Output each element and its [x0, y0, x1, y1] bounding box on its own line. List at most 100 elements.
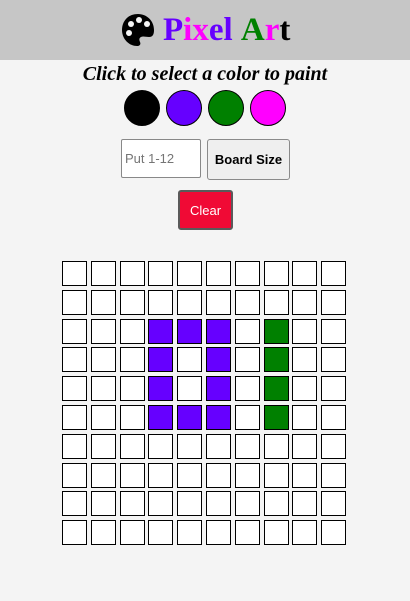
- board-cell[interactable]: [177, 376, 202, 401]
- board-cell[interactable]: [91, 463, 116, 488]
- board-cell[interactable]: [206, 434, 231, 459]
- board-cell[interactable]: [292, 347, 317, 372]
- board-cell[interactable]: [177, 405, 202, 430]
- board-cell[interactable]: [62, 290, 87, 315]
- board-cell[interactable]: [120, 376, 145, 401]
- board-cell[interactable]: [91, 261, 116, 286]
- board-cell[interactable]: [62, 405, 87, 430]
- board-cell[interactable]: [120, 290, 145, 315]
- clear-button[interactable]: Clear: [178, 190, 233, 230]
- board-cell[interactable]: [264, 434, 289, 459]
- board-cell[interactable]: [235, 463, 260, 488]
- board-cell[interactable]: [321, 405, 346, 430]
- board-cell[interactable]: [264, 376, 289, 401]
- board-cell[interactable]: [321, 290, 346, 315]
- board-cell[interactable]: [264, 520, 289, 545]
- board-cell[interactable]: [148, 434, 173, 459]
- board-cell[interactable]: [148, 520, 173, 545]
- board-cell[interactable]: [62, 434, 87, 459]
- board-cell[interactable]: [91, 290, 116, 315]
- board-cell[interactable]: [264, 261, 289, 286]
- board-cell[interactable]: [120, 520, 145, 545]
- board-cell[interactable]: [206, 319, 231, 344]
- board-cell[interactable]: [292, 405, 317, 430]
- board-cell[interactable]: [321, 347, 346, 372]
- board-cell[interactable]: [120, 491, 145, 516]
- color-swatch-green[interactable]: [208, 90, 244, 126]
- board-cell[interactable]: [148, 463, 173, 488]
- board-cell[interactable]: [264, 405, 289, 430]
- board-cell[interactable]: [120, 405, 145, 430]
- board-cell[interactable]: [120, 261, 145, 286]
- board-cell[interactable]: [148, 376, 173, 401]
- board-cell[interactable]: [177, 463, 202, 488]
- board-cell[interactable]: [321, 376, 346, 401]
- board-cell[interactable]: [62, 520, 87, 545]
- board-cell[interactable]: [177, 520, 202, 545]
- board-cell[interactable]: [177, 290, 202, 315]
- board-cell[interactable]: [235, 261, 260, 286]
- board-cell[interactable]: [235, 491, 260, 516]
- board-cell[interactable]: [235, 434, 260, 459]
- board-cell[interactable]: [62, 463, 87, 488]
- board-cell[interactable]: [177, 491, 202, 516]
- board-cell[interactable]: [148, 347, 173, 372]
- board-cell[interactable]: [91, 405, 116, 430]
- board-cell[interactable]: [177, 319, 202, 344]
- board-cell[interactable]: [62, 491, 87, 516]
- board-cell[interactable]: [321, 463, 346, 488]
- board-cell[interactable]: [206, 405, 231, 430]
- board-cell[interactable]: [91, 319, 116, 344]
- board-cell[interactable]: [91, 347, 116, 372]
- board-cell[interactable]: [235, 319, 260, 344]
- board-cell[interactable]: [321, 491, 346, 516]
- board-cell[interactable]: [206, 261, 231, 286]
- board-cell[interactable]: [120, 434, 145, 459]
- board-cell[interactable]: [148, 261, 173, 286]
- board-cell[interactable]: [264, 491, 289, 516]
- board-size-button[interactable]: Board Size: [207, 139, 290, 180]
- board-cell[interactable]: [148, 405, 173, 430]
- board-cell[interactable]: [292, 434, 317, 459]
- board-cell[interactable]: [235, 347, 260, 372]
- board-cell[interactable]: [120, 347, 145, 372]
- board-cell[interactable]: [62, 347, 87, 372]
- board-cell[interactable]: [91, 434, 116, 459]
- board-cell[interactable]: [235, 405, 260, 430]
- board-cell[interactable]: [292, 491, 317, 516]
- board-cell[interactable]: [206, 290, 231, 315]
- board-cell[interactable]: [264, 463, 289, 488]
- board-cell[interactable]: [235, 290, 260, 315]
- board-cell[interactable]: [264, 319, 289, 344]
- board-cell[interactable]: [148, 491, 173, 516]
- board-cell[interactable]: [235, 376, 260, 401]
- board-cell[interactable]: [206, 491, 231, 516]
- board-cell[interactable]: [321, 520, 346, 545]
- board-cell[interactable]: [62, 319, 87, 344]
- board-cell[interactable]: [120, 463, 145, 488]
- board-cell[interactable]: [264, 347, 289, 372]
- board-cell[interactable]: [206, 520, 231, 545]
- board-cell[interactable]: [91, 376, 116, 401]
- board-cell[interactable]: [148, 290, 173, 315]
- board-cell[interactable]: [292, 463, 317, 488]
- board-cell[interactable]: [91, 491, 116, 516]
- board-cell[interactable]: [177, 434, 202, 459]
- board-cell[interactable]: [292, 261, 317, 286]
- board-cell[interactable]: [206, 376, 231, 401]
- board-size-input[interactable]: [121, 139, 201, 178]
- board-cell[interactable]: [91, 520, 116, 545]
- color-swatch-black[interactable]: [124, 90, 160, 126]
- board-cell[interactable]: [120, 319, 145, 344]
- board-cell[interactable]: [206, 463, 231, 488]
- board-cell[interactable]: [235, 520, 260, 545]
- board-cell[interactable]: [264, 290, 289, 315]
- color-swatch-magenta[interactable]: [250, 90, 286, 126]
- board-cell[interactable]: [177, 347, 202, 372]
- board-cell[interactable]: [292, 376, 317, 401]
- board-cell[interactable]: [292, 520, 317, 545]
- board-cell[interactable]: [62, 261, 87, 286]
- board-cell[interactable]: [148, 319, 173, 344]
- board-cell[interactable]: [177, 261, 202, 286]
- board-cell[interactable]: [292, 319, 317, 344]
